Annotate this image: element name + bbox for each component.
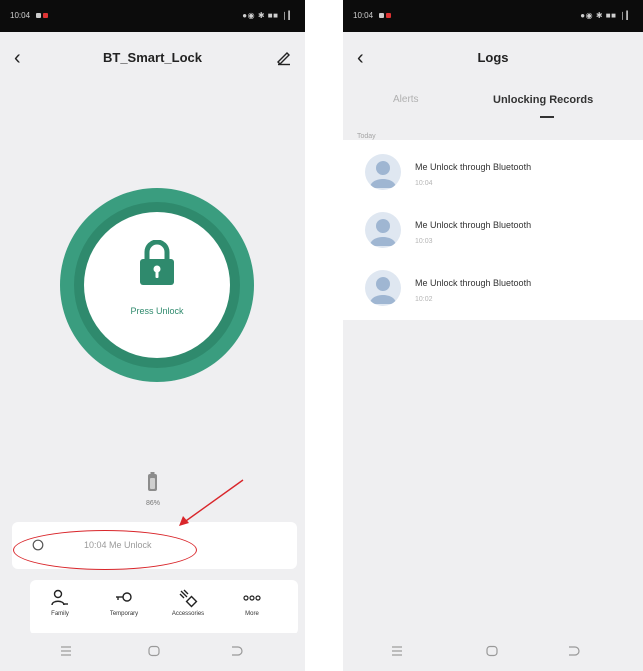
avatar: [365, 154, 401, 190]
log-time: 10:02: [415, 296, 433, 303]
active-tab-indicator: [540, 116, 554, 118]
home-icon[interactable]: [146, 645, 162, 657]
accessories-button[interactable]: Accessories: [158, 588, 218, 617]
home-icon[interactable]: [484, 645, 500, 657]
family-button[interactable]: Family: [30, 588, 90, 617]
log-text: Me Unlock through Bluetooth: [415, 278, 532, 288]
tab-unlocking-records[interactable]: Unlocking Records: [493, 94, 593, 106]
status-bar: 10:04 ●◉ ✱ ■■ ❘▎: [343, 0, 643, 32]
list-item[interactable]: Me Unlock through Bluetooth 10:02: [343, 256, 643, 314]
status-time: 10:04: [353, 11, 374, 20]
status-icons: ●◉ ✱ ■■ ❘▎: [242, 11, 295, 20]
list-item[interactable]: Me Unlock through Bluetooth 10:04: [343, 140, 643, 198]
log-list: Me Unlock through Bluetooth 10:04 Me Unl…: [343, 140, 643, 320]
temporary-button[interactable]: Temporary: [94, 588, 154, 617]
nav-bar: ‹ Logs: [343, 32, 643, 88]
annotation-arrow: [179, 479, 244, 526]
day-label: Today: [357, 133, 376, 140]
lock-screen: 10:04 ●◉ ✱ ■■ ❘▎ ‹ BT_Smart_Lock Press U…: [0, 0, 305, 671]
avatar: [365, 270, 401, 306]
avatar: [365, 212, 401, 248]
lock-icon: [140, 240, 174, 285]
status-icons: ●◉ ✱ ■■ ❘▎: [580, 11, 633, 20]
notification-icons: [379, 11, 395, 18]
more-button[interactable]: More: [222, 588, 282, 617]
back-nav-icon[interactable]: [228, 645, 244, 657]
annotation-ellipse: [13, 530, 197, 570]
nav-bar: ‹ BT_Smart_Lock: [0, 32, 305, 88]
system-nav-bar: [343, 633, 643, 671]
status-time: 10:04: [10, 11, 31, 20]
unlock-button[interactable]: Press Unlock: [84, 212, 230, 358]
log-time: 10:03: [415, 238, 433, 245]
battery-icon: [148, 472, 157, 491]
recent-apps-icon[interactable]: [58, 645, 74, 657]
log-time: 10:04: [415, 180, 433, 187]
system-nav-bar: [0, 633, 305, 671]
battery-percent: 86%: [145, 500, 160, 507]
list-item[interactable]: Me Unlock through Bluetooth 10:03: [343, 198, 643, 256]
back-nav-icon[interactable]: [565, 645, 581, 657]
key-icon: [116, 592, 132, 602]
log-text: Me Unlock through Bluetooth: [415, 162, 532, 172]
log-tabs: Alerts Unlocking Records: [343, 88, 643, 124]
log-text: Me Unlock through Bluetooth: [415, 220, 532, 230]
tab-alerts[interactable]: Alerts: [393, 94, 419, 105]
page-title: BT_Smart_Lock: [103, 50, 202, 65]
edit-icon[interactable]: [275, 48, 293, 66]
status-bar: 10:04 ●◉ ✱ ■■ ❘▎: [0, 0, 305, 32]
logs-screen: 10:04 ●◉ ✱ ■■ ❘▎ ‹ Logs Alerts Unlocking…: [343, 0, 643, 671]
function-bar: Family Temporary Accessories More: [30, 580, 298, 635]
family-label: Family: [51, 611, 69, 617]
accessories-icon: [179, 589, 198, 608]
family-icon: [51, 589, 68, 606]
more-label: More: [245, 611, 259, 617]
temporary-label: Temporary: [109, 611, 139, 617]
accessories-label: Accessories: [171, 611, 205, 617]
press-unlock-label: Press Unlock: [130, 306, 184, 316]
notification-icons: [36, 11, 52, 18]
page-title: Logs: [477, 50, 509, 65]
unlock-ring: Press Unlock: [60, 188, 254, 382]
recent-apps-icon[interactable]: [389, 645, 405, 657]
more-icon: [243, 595, 261, 601]
